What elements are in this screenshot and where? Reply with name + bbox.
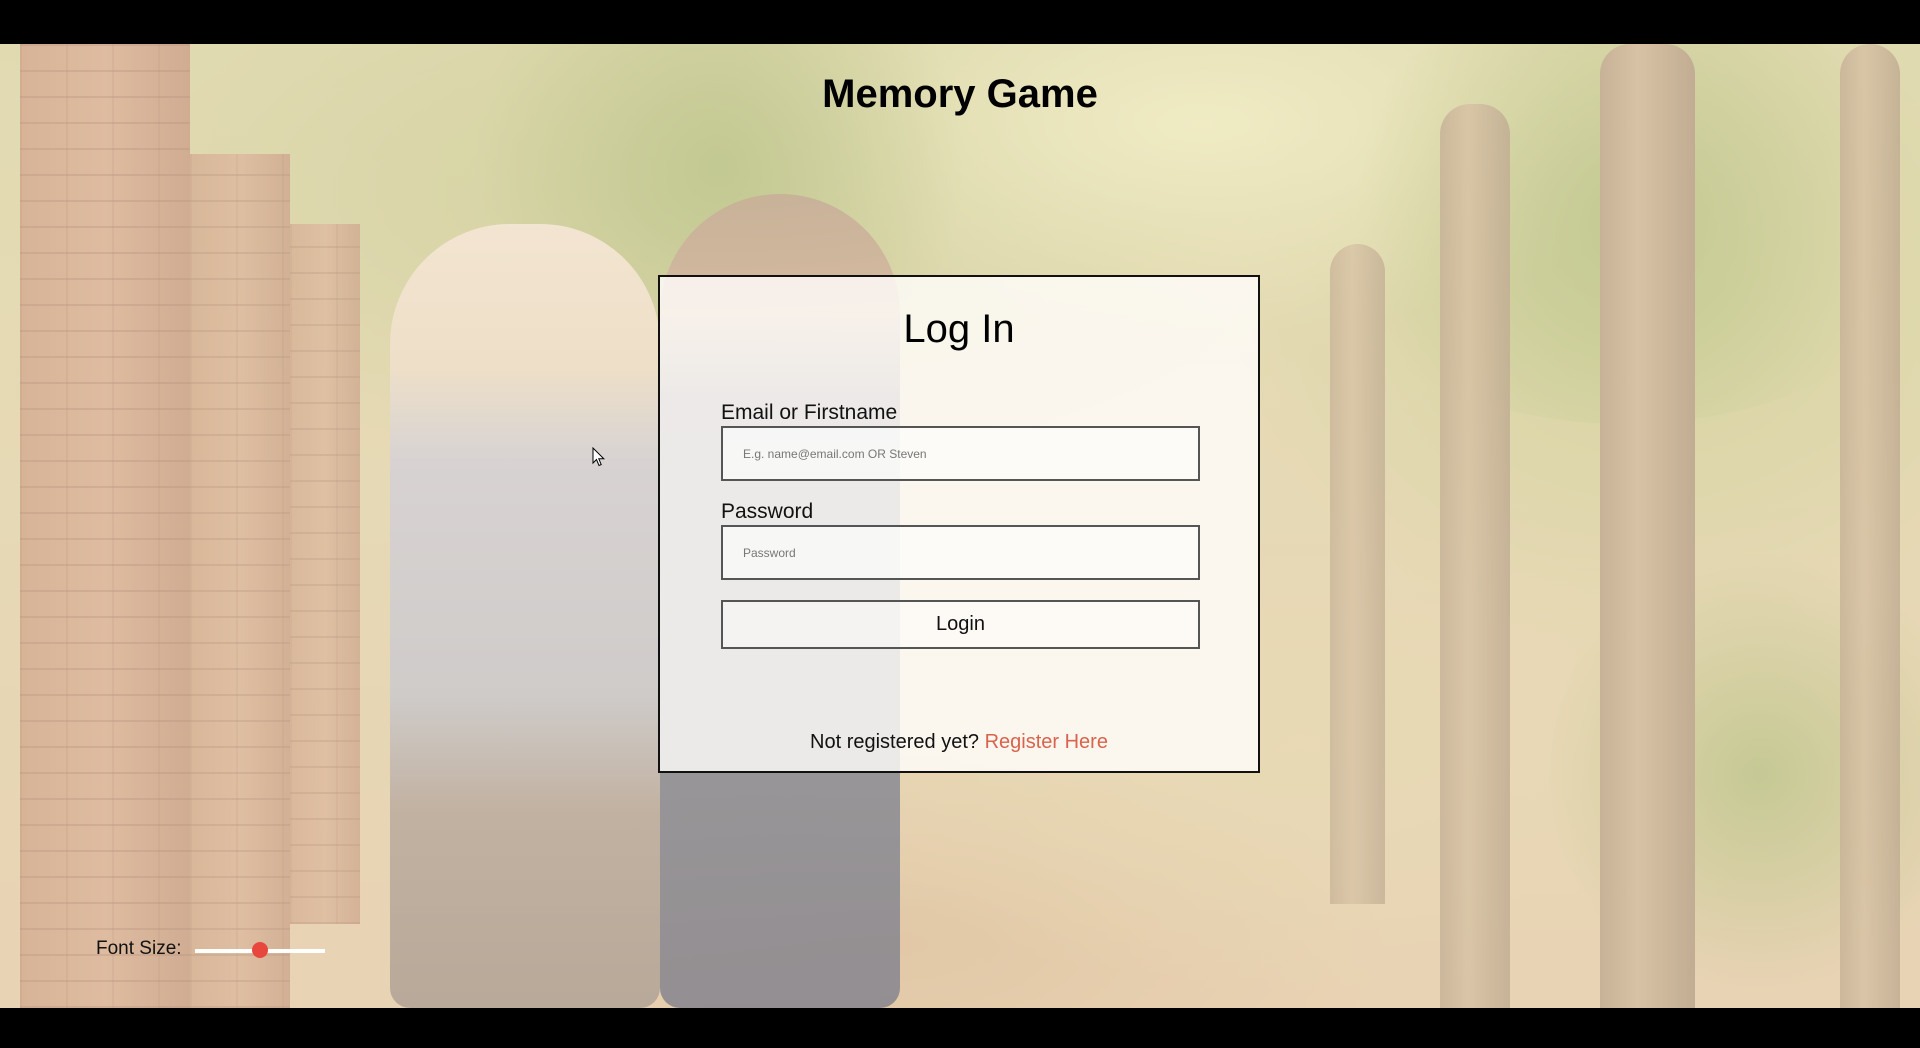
email-input[interactable] (721, 426, 1200, 481)
font-size-label: Font Size: (96, 938, 182, 959)
login-card: Log In Email or Firstname Password Login… (658, 275, 1260, 773)
letterbox-top (0, 0, 1920, 44)
email-label: Email or Firstname (721, 401, 898, 424)
password-label: Password (721, 500, 814, 523)
login-button[interactable]: Login (721, 600, 1200, 649)
font-size-slider[interactable] (194, 942, 325, 958)
font-size-control: Font Size: (96, 938, 325, 960)
font-size-slider-thumb[interactable] (251, 942, 268, 958)
app-title: Memory Game (822, 72, 1098, 116)
letterbox-bottom (0, 1008, 1920, 1048)
login-title: Log In (903, 307, 1015, 351)
password-input[interactable] (721, 525, 1200, 580)
register-prompt-text: Not registered yet? (810, 731, 980, 753)
register-prompt-line: Not registered yet? Register Here (660, 731, 1258, 754)
mouse-pointer-icon (592, 447, 606, 467)
register-link[interactable]: Register Here (985, 731, 1108, 753)
